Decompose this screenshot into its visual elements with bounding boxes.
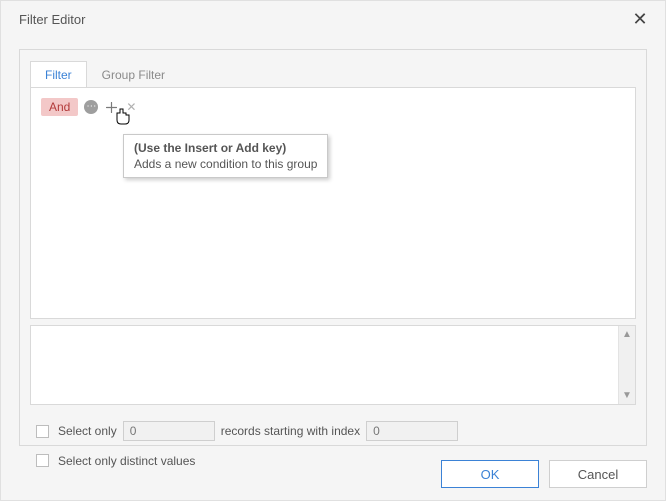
- remove-group-icon[interactable]: ✕: [124, 100, 138, 114]
- select-only-label-left: Select only: [58, 424, 117, 438]
- add-condition-icon[interactable]: [104, 100, 118, 114]
- select-only-index-input[interactable]: [366, 421, 458, 441]
- tab-strip: Filter Group Filter: [20, 50, 646, 87]
- select-only-count-input[interactable]: [123, 421, 215, 441]
- tooltip-body: Adds a new condition to this group: [134, 157, 317, 171]
- select-only-row: Select only records starting with index: [32, 421, 634, 441]
- preview-scrollbar[interactable]: ▲ ▼: [618, 326, 635, 404]
- close-icon[interactable]: ✕: [629, 9, 651, 30]
- ok-button[interactable]: OK: [441, 460, 539, 488]
- root-group-row: And ⋯ ✕: [41, 98, 138, 116]
- tab-group-filter[interactable]: Group Filter: [87, 61, 180, 88]
- group-operator-chip[interactable]: And: [41, 98, 78, 116]
- tab-filter[interactable]: Filter: [30, 61, 87, 88]
- tooltip-title: (Use the Insert or Add key): [134, 141, 317, 155]
- cancel-button[interactable]: Cancel: [549, 460, 647, 488]
- group-menu-icon[interactable]: ⋯: [84, 100, 98, 114]
- add-condition-tooltip: (Use the Insert or Add key) Adds a new c…: [123, 134, 328, 178]
- titlebar: Filter Editor ✕: [1, 1, 665, 37]
- dialog-title: Filter Editor: [19, 12, 629, 27]
- select-only-checkbox[interactable]: [36, 425, 49, 438]
- scroll-down-icon[interactable]: ▼: [619, 387, 635, 404]
- filter-editor-dialog: Filter Editor ✕ Filter Group Filter And …: [0, 0, 666, 501]
- main-panel: Filter Group Filter And ⋯ ✕: [19, 49, 647, 446]
- distinct-checkbox[interactable]: [36, 454, 49, 467]
- scroll-up-icon[interactable]: ▲: [619, 326, 635, 343]
- dialog-footer: OK Cancel: [441, 460, 647, 488]
- select-only-label-mid: records starting with index: [221, 424, 360, 438]
- preview-pane: ▲ ▼: [30, 325, 636, 405]
- distinct-label: Select only distinct values: [58, 454, 195, 468]
- filter-tree-area: And ⋯ ✕ (Use the Insert or Add key): [30, 87, 636, 319]
